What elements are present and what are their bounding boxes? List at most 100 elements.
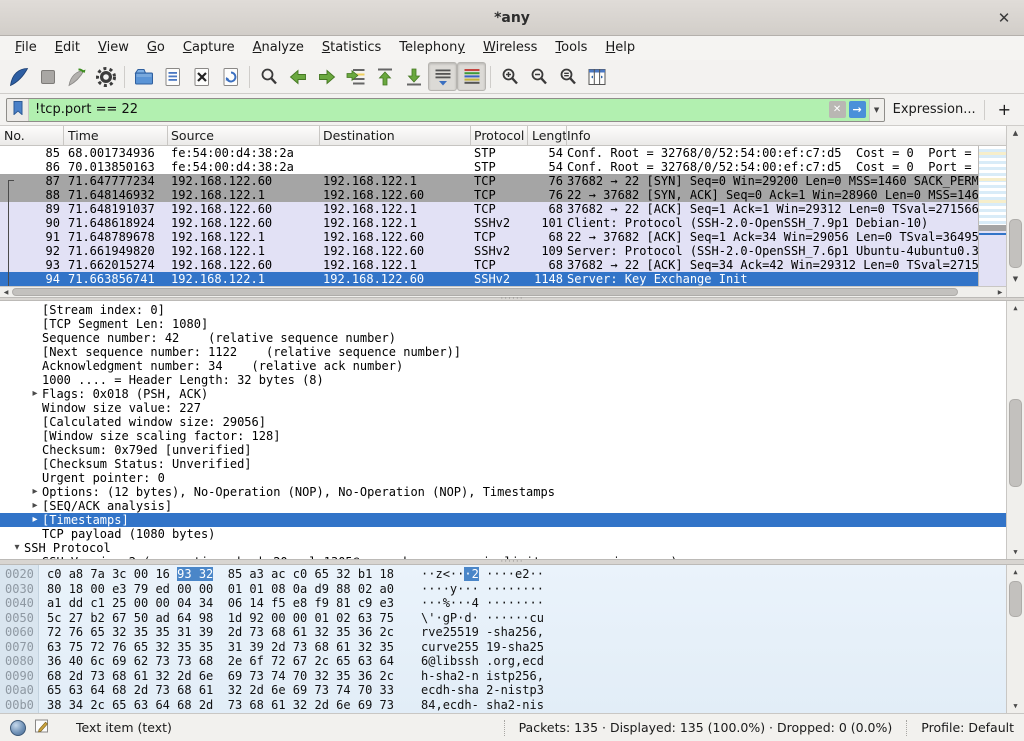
menu-view[interactable]: View xyxy=(89,36,138,60)
hex-row[interactable]: 007063 75 72 76 65 32 35 35 31 39 2d 73 … xyxy=(0,640,1006,655)
packet-row[interactable]: 8568.001734936fe:54:00:d4:38:2aSTP54Conf… xyxy=(0,146,978,160)
filter-bookmark-button[interactable] xyxy=(7,99,29,121)
packet-row[interactable]: 9471.663856741192.168.122.1192.168.122.6… xyxy=(0,272,978,286)
menu-wireless[interactable]: Wireless xyxy=(474,36,546,60)
scroll-right-icon[interactable]: ▶ xyxy=(994,287,1006,297)
hex-row[interactable]: 009068 2d 73 68 61 32 2d 6e 69 73 74 70 … xyxy=(0,669,1006,684)
hex-row[interactable]: 003080 18 00 e3 79 ed 00 00 01 01 08 0a … xyxy=(0,582,1006,597)
zoom-out-button[interactable] xyxy=(524,62,553,91)
detail-row[interactable]: Window size value: 227 xyxy=(0,401,1006,415)
hex-row[interactable]: 00b038 34 2c 65 63 64 68 2d 73 68 61 32 … xyxy=(0,698,1006,713)
scroll-left-icon[interactable]: ◀ xyxy=(0,287,12,297)
column-header-no[interactable]: No. xyxy=(0,126,64,145)
open-file-button[interactable] xyxy=(129,62,158,91)
hex-row[interactable]: 0040a1 dd c1 25 00 00 04 34 06 14 f5 e8 … xyxy=(0,596,1006,611)
detail-row[interactable]: ▾SSH Protocol xyxy=(0,541,1006,555)
detail-row[interactable]: ▸Options: (12 bytes), No-Operation (NOP)… xyxy=(0,485,1006,499)
detail-row[interactable]: TCP payload (1080 bytes) xyxy=(0,527,1006,541)
scroll-up-icon[interactable]: ▲ xyxy=(1007,565,1024,579)
window-close-button[interactable]: ✕ xyxy=(994,8,1014,28)
packet-row[interactable]: 8771.647777234192.168.122.60192.168.122.… xyxy=(0,174,978,188)
scroll-up-icon[interactable]: ▲ xyxy=(1007,126,1024,140)
packet-row[interactable]: 8670.013850163fe:54:00:d4:38:2aSTP54Conf… xyxy=(0,160,978,174)
menu-help[interactable]: Help xyxy=(596,36,644,60)
scroll-down-icon[interactable]: ▼ xyxy=(1007,545,1024,559)
detail-row[interactable]: [Checksum Status: Unverified] xyxy=(0,457,1006,471)
hex-row[interactable]: 00505c 27 b2 67 50 ad 64 98 1d 92 00 00 … xyxy=(0,611,1006,626)
column-header-source[interactable]: Source xyxy=(168,126,320,145)
expander-closed-icon[interactable]: ▸ xyxy=(28,485,42,499)
menu-statistics[interactable]: Statistics xyxy=(313,36,390,60)
filter-apply-button[interactable]: → xyxy=(849,101,866,118)
column-header-protocol[interactable]: Protocol xyxy=(471,126,528,145)
scrollbar-thumb[interactable] xyxy=(1009,219,1022,268)
filter-history-dropdown[interactable]: ▼ xyxy=(869,99,884,121)
zoom-in-button[interactable] xyxy=(495,62,524,91)
resize-columns-button[interactable] xyxy=(582,62,611,91)
scroll-down-icon[interactable]: ▼ xyxy=(1007,699,1024,713)
detail-row[interactable]: [Window size scaling factor: 128] xyxy=(0,429,1006,443)
add-filter-button[interactable]: + xyxy=(991,100,1018,119)
auto-scroll-toggle[interactable] xyxy=(428,62,457,91)
packet-list-vscrollbar[interactable]: ▲ ▼ xyxy=(1006,126,1024,286)
menu-capture[interactable]: Capture xyxy=(174,36,244,60)
capture-comment-icon[interactable] xyxy=(34,718,50,737)
colorize-toggle[interactable] xyxy=(457,62,486,91)
capture-properties-icon[interactable] xyxy=(10,720,26,736)
scrollbar-thumb[interactable] xyxy=(12,288,958,296)
menu-edit[interactable]: Edit xyxy=(46,36,89,60)
filter-clear-button[interactable]: ✕ xyxy=(829,101,846,118)
detail-row[interactable]: Urgent pointer: 0 xyxy=(0,471,1006,485)
detail-row[interactable]: ▸[SEQ/ACK analysis] xyxy=(0,499,1006,513)
scrollbar-thumb[interactable] xyxy=(1009,581,1022,617)
column-header-destination[interactable]: Destination xyxy=(320,126,471,145)
hex-row[interactable]: 008036 40 6c 69 62 73 73 68 2e 6f 72 67 … xyxy=(0,654,1006,669)
expander-open-icon[interactable]: ▾ xyxy=(10,541,24,555)
bytes-vscrollbar[interactable]: ▲ ▼ xyxy=(1006,565,1024,713)
packet-row[interactable]: 9171.648789678192.168.122.1192.168.122.6… xyxy=(0,230,978,244)
detail-row[interactable]: Acknowledgment number: 34 (relative ack … xyxy=(0,359,1006,373)
detail-row[interactable]: Checksum: 0x79ed [unverified] xyxy=(0,443,1006,457)
capture-options-button[interactable] xyxy=(91,62,120,91)
start-capture-button[interactable] xyxy=(4,62,33,91)
detail-row[interactable]: [Next sequence number: 1122 (relative se… xyxy=(0,345,1006,359)
detail-row[interactable]: ▸Flags: 0x018 (PSH, ACK) xyxy=(0,387,1006,401)
go-to-packet-button[interactable] xyxy=(341,62,370,91)
reload-file-button[interactable] xyxy=(216,62,245,91)
menu-analyze[interactable]: Analyze xyxy=(244,36,313,60)
hex-row[interactable]: 006072 76 65 32 35 35 31 39 2d 73 68 61 … xyxy=(0,625,1006,640)
detail-row[interactable]: [TCP Segment Len: 1080] xyxy=(0,317,1006,331)
save-file-button[interactable] xyxy=(158,62,187,91)
find-packet-button[interactable] xyxy=(254,62,283,91)
expander-closed-icon[interactable]: ▸ xyxy=(28,387,42,401)
go-to-top-button[interactable] xyxy=(370,62,399,91)
go-forward-button[interactable] xyxy=(312,62,341,91)
titlebar[interactable]: *any ✕ xyxy=(0,0,1024,36)
packet-row[interactable]: 8971.648191037192.168.122.60192.168.122.… xyxy=(0,202,978,216)
packet-minimap[interactable] xyxy=(978,146,1006,286)
go-to-bottom-button[interactable] xyxy=(399,62,428,91)
expander-closed-icon[interactable]: ▸ xyxy=(28,513,42,527)
go-back-button[interactable] xyxy=(283,62,312,91)
column-header-length[interactable]: Length xyxy=(528,126,567,145)
menu-go[interactable]: Go xyxy=(138,36,174,60)
zoom-original-button[interactable] xyxy=(553,62,582,91)
detail-row[interactable]: ▸[Timestamps] xyxy=(0,513,1006,527)
display-filter-field[interactable]: ✕ → ▼ xyxy=(6,98,885,122)
expression-button[interactable]: Expression... xyxy=(891,102,978,117)
hex-row[interactable]: 0020c0 a8 7a 3c 00 16 93 32 85 a3 ac c0 … xyxy=(0,567,1006,582)
menu-tools[interactable]: Tools xyxy=(546,36,596,60)
detail-row[interactable]: 1000 .... = Header Length: 32 bytes (8) xyxy=(0,373,1006,387)
details-vscrollbar[interactable]: ▲ ▼ xyxy=(1006,301,1024,559)
restart-capture-button[interactable] xyxy=(62,62,91,91)
packet-row[interactable]: 9271.661949820192.168.122.1192.168.122.6… xyxy=(0,244,978,258)
scroll-down-icon[interactable]: ▼ xyxy=(1007,272,1024,286)
close-file-button[interactable] xyxy=(187,62,216,91)
packet-row[interactable]: 8871.648146932192.168.122.1192.168.122.6… xyxy=(0,188,978,202)
detail-row[interactable]: Sequence number: 42 (relative sequence n… xyxy=(0,331,1006,345)
scrollbar-thumb[interactable] xyxy=(1009,399,1022,487)
hex-row[interactable]: 00a065 63 64 68 2d 73 68 61 32 2d 6e 69 … xyxy=(0,683,1006,698)
menu-file[interactable]: File xyxy=(6,36,46,60)
packet-row[interactable]: 9071.648618924192.168.122.60192.168.122.… xyxy=(0,216,978,230)
profile-label[interactable]: Profile: Default xyxy=(915,720,1014,735)
